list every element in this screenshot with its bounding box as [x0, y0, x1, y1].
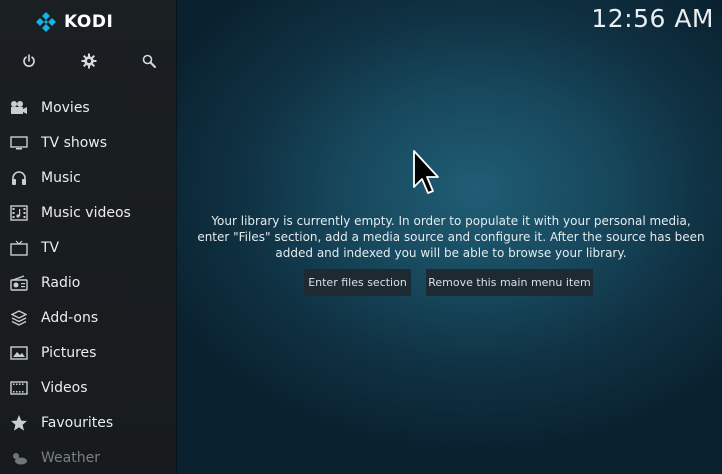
- app-name: KODI: [64, 12, 114, 32]
- weather-icon: [9, 448, 29, 468]
- radio-icon: [9, 273, 29, 293]
- tv-icon: [9, 238, 29, 258]
- remove-main-menu-item-button[interactable]: Remove this main menu item: [426, 269, 593, 296]
- sidebar-item-favourites[interactable]: Favourites: [0, 405, 176, 440]
- picture-icon: [9, 343, 29, 363]
- monitor-icon: [9, 133, 29, 153]
- gear-icon[interactable]: [78, 50, 100, 72]
- sidebar-item-label: Music videos: [41, 204, 131, 221]
- search-icon[interactable]: [138, 50, 160, 72]
- sidebar-item-label: Radio: [41, 274, 81, 291]
- power-icon[interactable]: [18, 50, 40, 72]
- sidebar-item-label: Add-ons: [41, 309, 99, 326]
- sidebar-item-music[interactable]: Music: [0, 160, 176, 195]
- star-icon: [9, 413, 29, 433]
- sidebar-item-label: TV: [41, 239, 60, 256]
- mouse-pointer-icon: [412, 149, 444, 199]
- sidebar-item-label: Weather: [41, 449, 100, 466]
- clock: 12:56 AM: [591, 4, 714, 33]
- sidebar-item-music-videos[interactable]: Music videos: [0, 195, 176, 230]
- sidebar-item-tv-shows[interactable]: TV shows: [0, 125, 176, 160]
- movie-camera-icon: [9, 98, 29, 118]
- film-music-icon: [9, 203, 29, 223]
- sidebar-item-movies[interactable]: Movies: [0, 90, 176, 125]
- sidebar-item-radio[interactable]: Radio: [0, 265, 176, 300]
- box-icon: [9, 308, 29, 328]
- sidebar-item-label: Pictures: [41, 344, 97, 361]
- film-strip-icon: [9, 378, 29, 398]
- empty-library-message: Your library is currently empty. In orde…: [197, 214, 705, 260]
- kodi-logo[interactable]: KODI: [36, 10, 113, 34]
- top-icon-bar: [0, 46, 176, 76]
- sidebar-item-weather[interactable]: Weather: [0, 440, 176, 474]
- sidebar-item-tv[interactable]: TV: [0, 230, 176, 265]
- kodi-logo-icon: [36, 12, 56, 32]
- headphones-icon: [9, 168, 29, 188]
- sidebar-item-label: Movies: [41, 99, 90, 116]
- enter-files-section-button[interactable]: Enter files section: [304, 269, 411, 296]
- sidebar-item-label: TV shows: [41, 134, 108, 151]
- sidebar-item-label: Favourites: [41, 414, 114, 431]
- sidebar-item-videos[interactable]: Videos: [0, 370, 176, 405]
- sidebar-item-add-ons[interactable]: Add-ons: [0, 300, 176, 335]
- kodi-window: KODI Movies TV shows Music Music videos …: [0, 0, 722, 474]
- sidebar: KODI Movies TV shows Music Music videos …: [0, 0, 176, 474]
- main-menu: Movies TV shows Music Music videos TV Ra…: [0, 90, 176, 474]
- sidebar-item-pictures[interactable]: Pictures: [0, 335, 176, 370]
- sidebar-item-label: Videos: [41, 379, 88, 396]
- sidebar-item-label: Music: [41, 169, 81, 186]
